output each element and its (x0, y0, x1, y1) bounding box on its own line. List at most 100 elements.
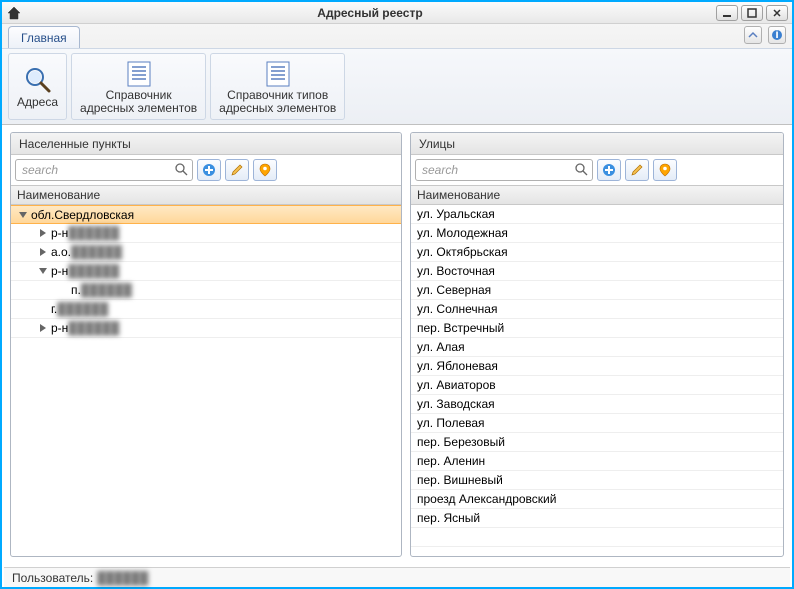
list-row[interactable]: ул. Северная (411, 281, 783, 300)
streets-search-input[interactable] (416, 160, 592, 180)
maximize-button[interactable] (741, 5, 763, 21)
address-element-types-directory-button[interactable]: Справочник типов адресных элементов (215, 56, 340, 117)
tree-node-prefix: обл. (31, 208, 54, 222)
pencil-icon (630, 163, 644, 177)
titlebar: Адресный реестр (2, 2, 792, 24)
add-street-button[interactable] (597, 159, 621, 181)
window-title: Адресный реестр (24, 6, 716, 20)
expand-icon[interactable] (37, 227, 49, 239)
tree-row[interactable]: р-н ██████ (11, 224, 401, 243)
list-row[interactable] (411, 547, 783, 556)
tree-node-prefix: р-н (51, 264, 68, 278)
addresses-label: Адреса (17, 96, 58, 109)
tree-node-prefix: п. (71, 283, 81, 297)
expand-icon[interactable] (37, 246, 49, 258)
address-element-types-directory-label: Справочник типов адресных элементов (219, 89, 336, 115)
list-row[interactable]: пер. Вишневый (411, 471, 783, 490)
tree-row[interactable]: п. ██████ (11, 281, 401, 300)
list-row[interactable]: ул. Заводская (411, 395, 783, 414)
tree-row[interactable]: р-н ██████ (11, 262, 401, 281)
close-icon (772, 8, 782, 18)
list-row[interactable]: ул. Авиаторов (411, 376, 783, 395)
streets-column-header[interactable]: Наименование (411, 185, 783, 205)
settlements-search-wrap (15, 159, 193, 181)
collapse-icon[interactable] (37, 265, 49, 277)
help-button[interactable]: i (768, 26, 786, 44)
minimize-icon (722, 8, 732, 18)
list-row[interactable]: ул. Молодежная (411, 224, 783, 243)
locate-street-button[interactable] (653, 159, 677, 181)
ribbon-tabstrip: Главная i (2, 24, 792, 48)
tree-row[interactable]: обл. Свердловская (11, 205, 401, 224)
ribbon: Главная i (2, 24, 792, 125)
info-icon: i (771, 29, 783, 41)
pencil-icon (230, 163, 244, 177)
magnifier-icon (23, 65, 53, 95)
collapse-icon[interactable] (17, 209, 29, 221)
window-controls (716, 5, 792, 21)
maximize-icon (747, 8, 757, 18)
svg-text:i: i (775, 29, 778, 41)
tree-row[interactable]: р-н ██████ (11, 319, 401, 338)
expand-icon[interactable] (37, 322, 49, 334)
tree-node-prefix: р-н (51, 321, 68, 335)
list-icon (265, 60, 291, 88)
search-icon (574, 162, 588, 176)
settlements-column-header[interactable]: Наименование (11, 185, 401, 205)
home-button[interactable] (4, 4, 24, 22)
application-window: Адресный реестр Главная i (0, 0, 794, 589)
list-row[interactable]: пер. Ясный (411, 509, 783, 528)
list-row[interactable]: ул. Алая (411, 338, 783, 357)
settlements-search-input[interactable] (16, 160, 192, 180)
streets-toolbar (411, 155, 783, 185)
list-row[interactable]: ул. Октябрьская (411, 243, 783, 262)
list-row[interactable]: пер. Встречный (411, 319, 783, 338)
tree-node-text: ██████ (68, 321, 119, 335)
list-row[interactable]: пер. Аленин (411, 452, 783, 471)
close-button[interactable] (766, 5, 788, 21)
statusbar-user-label: Пользователь: (12, 571, 93, 585)
list-row[interactable]: ул. Восточная (411, 262, 783, 281)
plus-icon (202, 163, 216, 177)
edit-settlement-button[interactable] (225, 159, 249, 181)
add-settlement-button[interactable] (197, 159, 221, 181)
list-row[interactable]: ул. Полевая (411, 414, 783, 433)
tree-row[interactable]: г. ██████ (11, 300, 401, 319)
streets-panel-title: Улицы (411, 133, 783, 155)
tree-node-prefix: р-н (51, 226, 68, 240)
tree-node-text: ██████ (68, 264, 119, 278)
tree-node-text: Свердловская (54, 208, 134, 222)
search-icon (174, 162, 188, 176)
expander-leaf (57, 284, 69, 296)
tree-node-text: ██████ (68, 226, 119, 240)
tree-row[interactable]: а.о. ██████ (11, 243, 401, 262)
statusbar-user-value: ██████ (97, 571, 148, 585)
settlements-panel: Населенные пункты Наименование обл. Свер… (10, 132, 402, 557)
pin-icon (658, 163, 672, 177)
tree-node-text: ██████ (57, 302, 108, 316)
tree-node-text: ██████ (81, 283, 132, 297)
list-row[interactable]: ул. Уральская (411, 205, 783, 224)
list-row[interactable]: ул. Солнечная (411, 300, 783, 319)
locate-settlement-button[interactable] (253, 159, 277, 181)
addresses-button[interactable]: Адреса (13, 56, 62, 117)
settlements-tree[interactable]: обл. Свердловскаяр-н ██████а.о. ██████р-… (11, 205, 401, 556)
list-row[interactable]: проезд Александровский (411, 490, 783, 509)
list-row[interactable] (411, 528, 783, 547)
address-elements-directory-label: Справочник адресных элементов (80, 89, 197, 115)
streets-search-wrap (415, 159, 593, 181)
list-icon (126, 60, 152, 88)
collapse-ribbon-button[interactable] (744, 26, 762, 44)
ribbon-body: Адреса Справочник адресных элементо (2, 48, 792, 124)
statusbar: Пользователь: ██████ (4, 567, 790, 587)
minimize-button[interactable] (716, 5, 738, 21)
content-area: Населенные пункты Наименование обл. Свер… (4, 126, 790, 563)
address-elements-directory-button[interactable]: Справочник адресных элементов (76, 56, 201, 117)
list-row[interactable]: ул. Яблоневая (411, 357, 783, 376)
edit-street-button[interactable] (625, 159, 649, 181)
tab-main[interactable]: Главная (8, 26, 80, 48)
streets-list[interactable]: ул. Уральскаяул. Молодежнаяул. Октябрьск… (411, 205, 783, 556)
list-row[interactable]: пер. Березовый (411, 433, 783, 452)
settlements-panel-title: Населенные пункты (11, 133, 401, 155)
tree-node-text: ██████ (71, 245, 122, 259)
